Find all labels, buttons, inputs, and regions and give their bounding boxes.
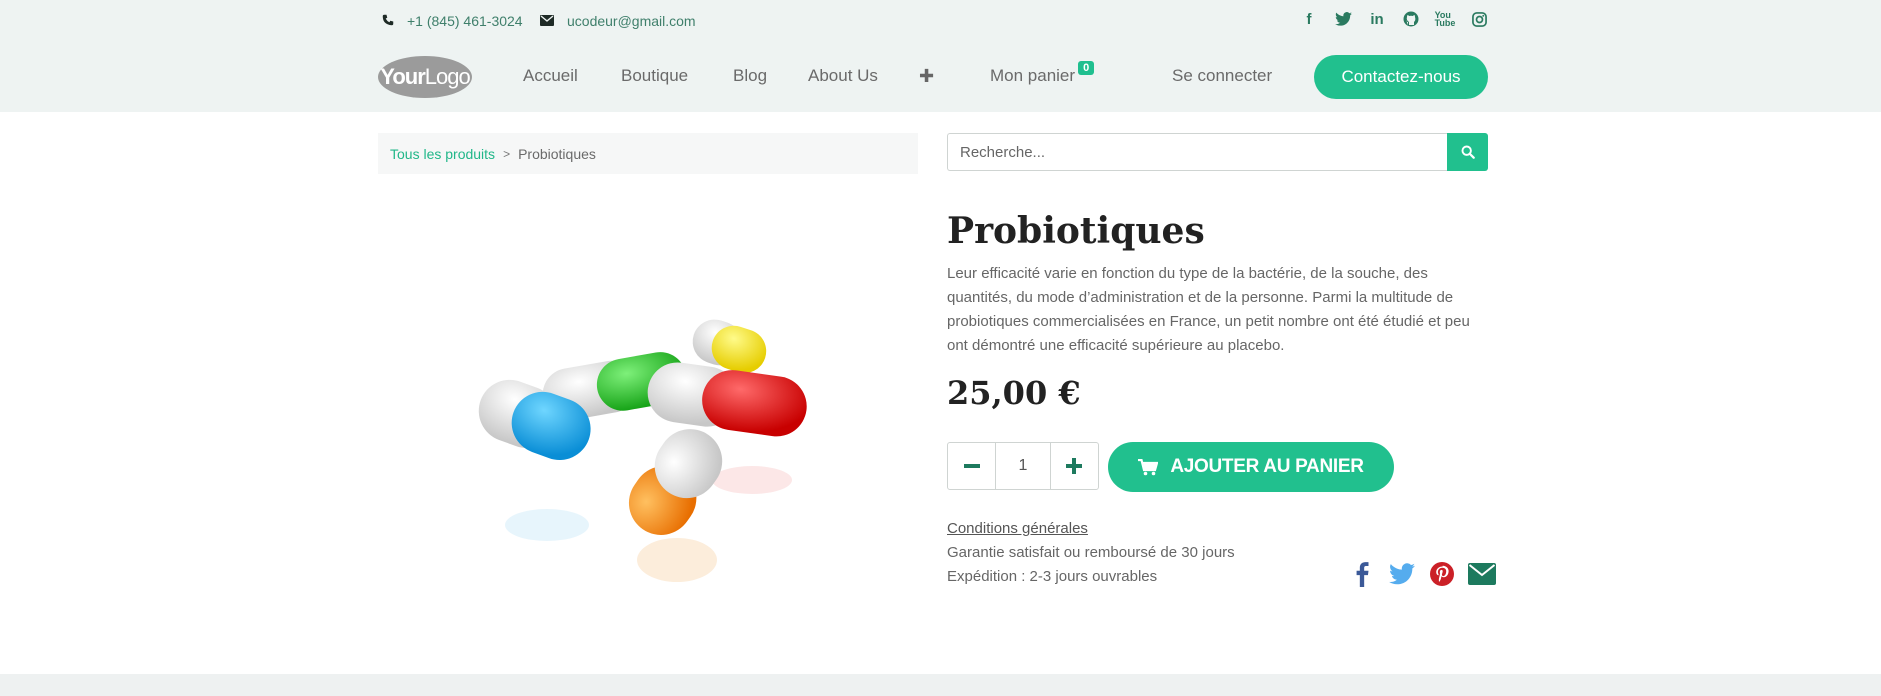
product-price: 25,00 € bbox=[947, 374, 1081, 412]
search-icon bbox=[1461, 145, 1475, 159]
plus-icon bbox=[1066, 458, 1083, 474]
search-input[interactable] bbox=[947, 133, 1447, 171]
share-buttons bbox=[1347, 560, 1497, 588]
minus-icon bbox=[963, 464, 980, 468]
share-email-icon[interactable] bbox=[1467, 560, 1497, 588]
twitter-icon[interactable] bbox=[1334, 9, 1352, 29]
email-address: ucodeur@gmail.com bbox=[567, 13, 696, 29]
terms-link[interactable]: Conditions générales bbox=[947, 520, 1088, 537]
facebook-icon[interactable]: f bbox=[1300, 9, 1318, 29]
contact-button[interactable]: Contactez-nous bbox=[1314, 55, 1488, 99]
top-bar: +1 (845) 461-3024 ucodeur@gmail.com f in… bbox=[378, 0, 1488, 42]
product-title: Probiotiques bbox=[947, 210, 1205, 252]
add-to-cart-button[interactable]: AJOUTER AU PANIER bbox=[1108, 442, 1394, 492]
shipping-text: Expédition : 2-3 jours ouvrables bbox=[947, 568, 1158, 585]
cart-label: Mon panier bbox=[990, 66, 1076, 85]
breadcrumb-all-products[interactable]: Tous les produits bbox=[390, 146, 495, 162]
cart-count-badge: 0 bbox=[1078, 61, 1095, 75]
share-twitter-icon[interactable] bbox=[1387, 560, 1417, 588]
product-description: Leur efficacité varie en fonction du typ… bbox=[947, 265, 1470, 354]
instagram-icon[interactable] bbox=[1470, 9, 1488, 29]
logo-text-light: Logo bbox=[424, 64, 471, 89]
share-pinterest-icon[interactable] bbox=[1427, 560, 1457, 588]
site-logo[interactable]: Your Logo bbox=[378, 56, 472, 98]
logo-text-bold: Your bbox=[380, 64, 425, 89]
breadcrumb: Tous les produits > Probiotiques bbox=[378, 133, 918, 174]
product-image-capsules bbox=[478, 319, 807, 582]
breadcrumb-current: Probiotiques bbox=[518, 145, 596, 162]
nav-cart[interactable]: Mon panier 0 bbox=[990, 61, 1095, 86]
youtube-icon[interactable]: You Tube bbox=[1435, 9, 1456, 29]
envelope-icon bbox=[540, 14, 554, 29]
cart-icon bbox=[1138, 458, 1159, 476]
footer-strip bbox=[0, 674, 1881, 696]
quantity-input[interactable]: 1 bbox=[995, 443, 1051, 489]
email-contact[interactable]: ucodeur@gmail.com bbox=[540, 13, 696, 29]
nav-login[interactable]: Se connecter bbox=[1172, 66, 1272, 86]
phone-number: +1 (845) 461-3024 bbox=[407, 13, 523, 29]
nav-about-us[interactable]: About Us bbox=[808, 66, 878, 86]
linkedin-icon[interactable]: in bbox=[1368, 9, 1386, 29]
share-facebook-icon[interactable] bbox=[1347, 560, 1377, 588]
guarantee-text: Garantie satisfait ou remboursé de 30 jo… bbox=[947, 544, 1235, 561]
main-navigation: Your Logo Accueil Boutique Blog About Us … bbox=[378, 54, 1488, 100]
site-header: +1 (845) 461-3024 ucodeur@gmail.com f in… bbox=[0, 0, 1881, 112]
increase-quantity-button[interactable] bbox=[1051, 443, 1098, 489]
phone-icon bbox=[382, 14, 394, 29]
quantity-stepper: 1 bbox=[947, 442, 1099, 490]
social-links: f in You Tube bbox=[1300, 9, 1488, 29]
github-icon[interactable] bbox=[1402, 9, 1420, 29]
add-to-cart-label: AJOUTER AU PANIER bbox=[1170, 456, 1364, 477]
nav-blog[interactable]: Blog bbox=[733, 66, 767, 86]
search-button[interactable] bbox=[1447, 133, 1488, 171]
breadcrumb-separator: > bbox=[503, 146, 511, 161]
search-bar bbox=[947, 133, 1488, 171]
nav-accueil[interactable]: Accueil bbox=[523, 66, 578, 86]
nav-more-plus-icon[interactable]: ✚ bbox=[919, 66, 934, 87]
decrease-quantity-button[interactable] bbox=[948, 443, 995, 489]
nav-boutique[interactable]: Boutique bbox=[621, 66, 688, 86]
phone-contact[interactable]: +1 (845) 461-3024 bbox=[382, 13, 523, 29]
